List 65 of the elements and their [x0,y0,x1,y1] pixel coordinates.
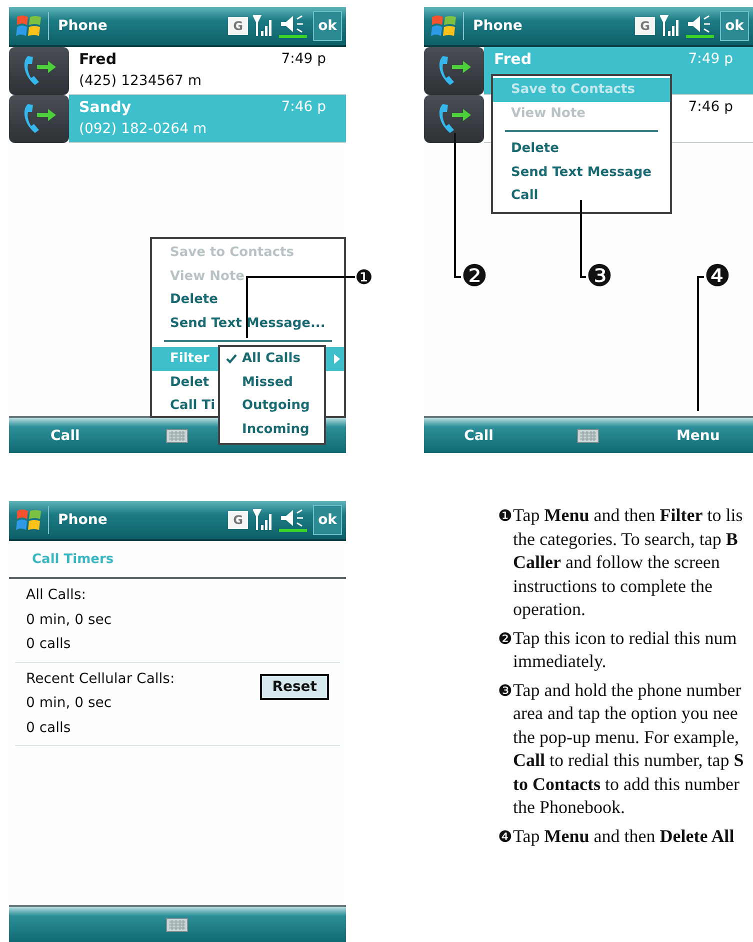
section-title: Call Timers [32,552,114,566]
call-button[interactable] [9,47,69,95]
menu-item[interactable]: Delete [152,288,344,312]
ok-button[interactable]: ok [720,11,749,41]
keyboard-icon[interactable] [166,918,188,932]
timer-duration: 0 min, 0 sec [26,694,113,713]
soft-key[interactable]: Menu [676,428,720,444]
call-time: 7:46 p [281,98,326,117]
phone-number: (425) 1234567 m [79,72,203,91]
call-time: 7:49 p [688,50,733,69]
menu-item[interactable]: All Calls [220,347,324,370]
speaker-icon[interactable] [685,13,716,39]
menu-item[interactable]: Missed [220,370,324,394]
callout-number: ❸ [498,680,513,702]
instruction-text: Tap this icon to redial this num immediately. [513,626,737,673]
caller-name: Sandy [79,97,132,118]
menu-item[interactable]: Send Text Message [493,160,670,184]
instruction-text: Tap Menu and then Filter to lis the categories. To search, tap B Caller and follow the screen instructions to complete the operation. [513,504,743,621]
timer-count: 0 calls [26,635,72,654]
menu-item[interactable]: Incoming [220,418,324,441]
signal-icon[interactable] [253,508,274,532]
speaker-icon[interactable] [278,13,308,39]
menu-item[interactable]: Delete [493,137,670,160]
keyboard-icon[interactable] [166,428,188,442]
ok-button[interactable]: ok [313,11,342,41]
call-button[interactable] [424,95,484,143]
call-button[interactable] [424,47,484,95]
timer-count: 0 calls [26,718,72,738]
callout-number: ❶ [498,505,513,527]
callout-number: ❹ [704,262,731,292]
menu-item[interactable]: Call [493,184,670,208]
check-icon [226,354,237,364]
window-title: Phone [472,18,524,34]
soft-key[interactable]: Call [464,428,494,444]
caller-name: Fred [79,49,118,70]
speaker-icon[interactable] [278,507,308,533]
callout-number: ❷ [461,262,488,292]
instruction-text: Tap Menu and then Delete All [513,824,734,848]
call-time: 7:49 p [281,50,326,69]
phone-number: (092) 182-0264 m [79,120,208,139]
network-indicator: G [228,511,248,529]
keyboard-icon[interactable] [577,428,600,442]
call-button[interactable] [9,95,69,143]
timer-label: Recent Cellular Calls: [26,670,175,688]
signal-icon[interactable] [660,14,680,38]
soft-key[interactable]: Call [50,428,80,444]
network-indicator: G [228,17,248,35]
menu-item[interactable]: Outgoing [220,394,324,418]
timer-duration: 0 min, 0 sec [26,610,112,630]
callout-number: ❸ [586,262,613,292]
reset-button[interactable]: Reset [260,674,329,700]
callout-number: ❹ [498,826,513,848]
submenu-arrow-icon [334,354,340,364]
network-indicator: G [635,17,656,35]
callout-number: ❶ [355,267,373,287]
caller-name: Fred [494,49,533,70]
signal-icon[interactable] [253,14,274,38]
timer-label: All Calls: [26,586,87,605]
ok-button[interactable]: ok [313,505,342,535]
callout-number: ❷ [498,628,513,650]
menu-item[interactable]: Send Text Message... [152,312,344,335]
instruction-text: Tap and hold the phone number area and tap the option you nee the pop-up menu. For example, Call to redial this number, tap S to Contacts to add this number the Phonebook. [513,678,744,819]
call-time: 7:46 p [688,98,733,117]
window-title: Phone [57,18,108,34]
window-title: Phone [57,512,108,528]
